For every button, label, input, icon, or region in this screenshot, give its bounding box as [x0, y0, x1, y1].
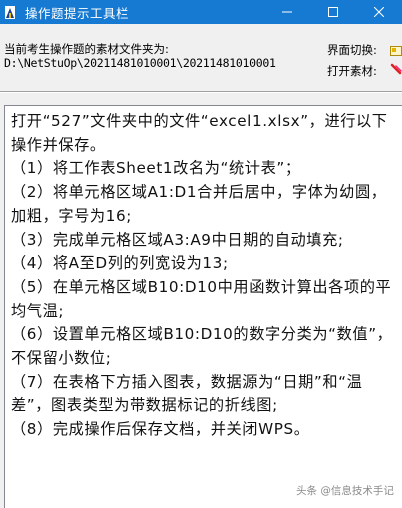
- title-bar[interactable]: 操作题提示工具栏: [0, 0, 402, 24]
- app-icon: [3, 4, 17, 20]
- restore-button[interactable]: [310, 0, 356, 24]
- minimize-button[interactable]: [264, 0, 310, 24]
- path-value: D:\NetStuOp\20211481010001\2021148101000…: [4, 56, 276, 70]
- window-title: 操作题提示工具栏: [25, 5, 130, 21]
- open-material-icon[interactable]: [390, 62, 402, 76]
- restore-icon: [328, 7, 338, 17]
- header-divider: [0, 91, 402, 93]
- path-label: 当前考生操作题的素材文件夹为:: [4, 42, 169, 56]
- close-icon: [374, 7, 384, 17]
- watermark-text: 头条 @信息技术手记: [296, 485, 394, 497]
- open-material-label: 打开素材:: [327, 64, 377, 78]
- task-instructions: 打开“527”文件夹中的文件“excel1.xlsx”，进行以下操作并保存。 （…: [11, 112, 393, 439]
- close-button[interactable]: [356, 0, 402, 24]
- switch-view-icon[interactable]: [390, 42, 402, 56]
- watermark: 头条 @信息技术手记: [296, 483, 394, 498]
- task-panel[interactable]: 打开“527”文件夹中的文件“excel1.xlsx”，进行以下操作并保存。 （…: [4, 105, 402, 508]
- switch-label: 界面切换:: [327, 43, 377, 57]
- minimize-icon: [282, 11, 292, 13]
